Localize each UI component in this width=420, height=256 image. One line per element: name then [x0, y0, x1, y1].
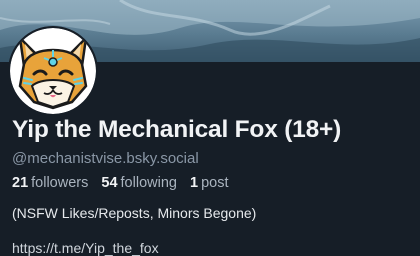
followers-link[interactable]: 21 followers	[12, 175, 88, 191]
profile-stats: 21 followers 54 following 1 post	[12, 175, 237, 191]
posts-count: 1	[189, 175, 199, 191]
following-label: following	[120, 175, 177, 191]
profile-bio: (NSFW Likes/Reposts, Minors Begone)	[12, 205, 257, 221]
fox-avatar-icon	[10, 28, 96, 114]
profile-handle: @mechanistvise.bsky.social	[12, 150, 199, 167]
profile-avatar[interactable]	[8, 26, 98, 116]
following-link[interactable]: 54 following	[101, 175, 177, 191]
bio-link[interactable]: https://t.me/Yip_the_fox	[12, 240, 159, 256]
posts-label: post	[201, 175, 229, 191]
followers-label: followers	[31, 175, 89, 191]
display-name: Yip the Mechanical Fox (18+)	[12, 116, 342, 143]
following-count: 54	[101, 175, 118, 191]
followers-count: 21	[12, 175, 29, 191]
posts-count-item: 1 post	[190, 175, 229, 191]
